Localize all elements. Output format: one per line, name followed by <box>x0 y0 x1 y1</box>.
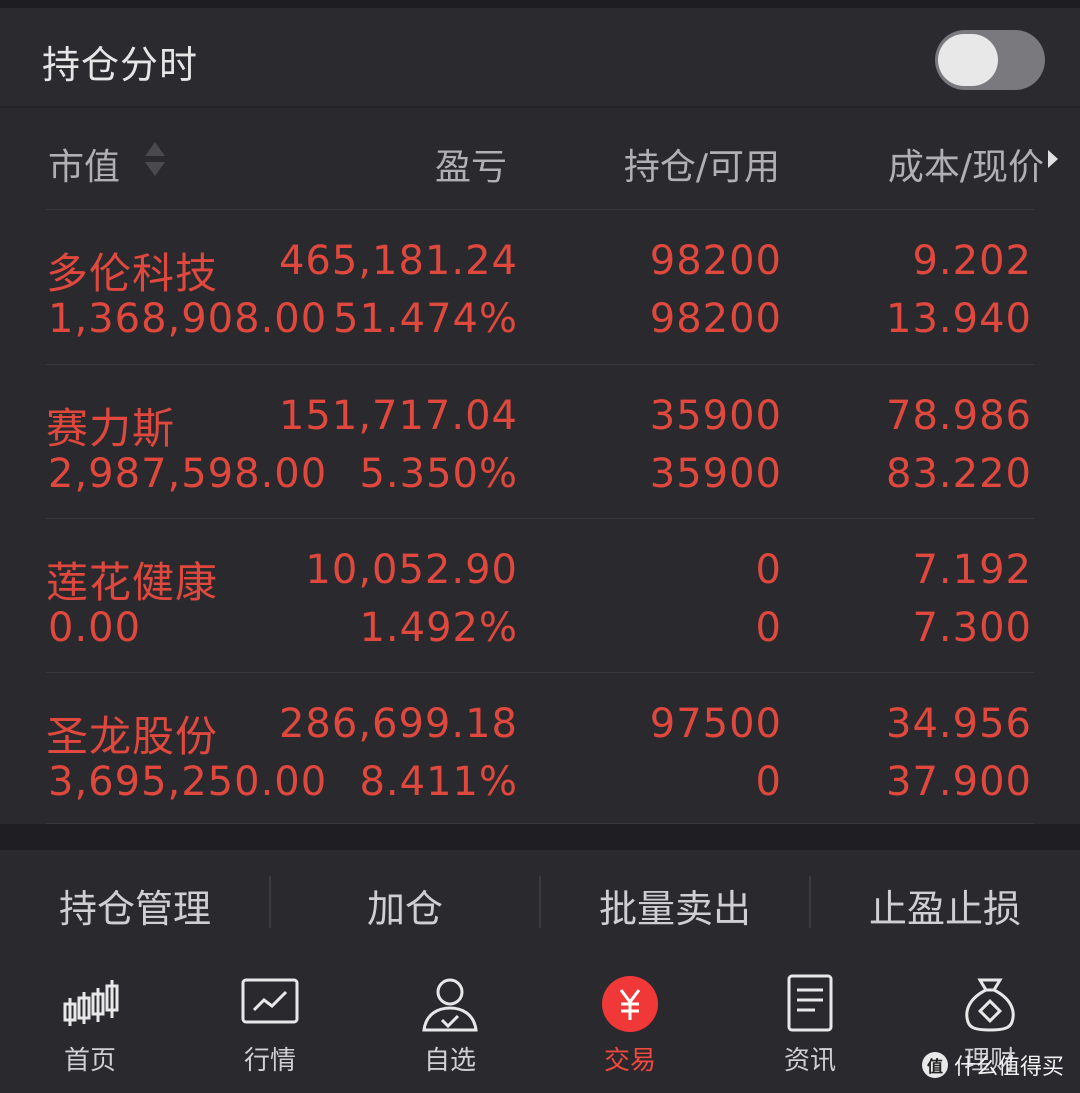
tab-news[interactable]: 资讯 <box>720 960 900 1093</box>
stock-name: 圣龙股份 <box>46 712 219 761</box>
stock-name: 赛力斯 <box>46 404 176 453</box>
stock-name: 莲花健康 <box>46 558 219 607</box>
holding-row[interactable]: 赛力斯 151,717.04 35900 78.986 2,987,598.00… <box>0 365 1080 520</box>
header-profit-loss: 盈亏 <box>434 147 507 188</box>
sort-down-icon <box>145 162 165 176</box>
tab-trade[interactable]: 交易 <box>540 960 720 1093</box>
batch-sell-button[interactable]: 批量卖出 <box>540 850 810 960</box>
watermark-badge: 值 <box>921 1052 948 1078</box>
header-market-value[interactable]: 市值 <box>48 138 120 190</box>
market-value: 1,368,908.00 <box>48 296 328 342</box>
page-title: 持仓分时 <box>42 43 199 87</box>
position-qty: 98200 <box>649 238 782 284</box>
watermark: 值 什么值得买 <box>921 1049 1064 1081</box>
sort-icon[interactable] <box>145 142 167 182</box>
position-qty: 97500 <box>649 701 782 747</box>
tab-label: 交易 <box>603 1046 656 1076</box>
holdings-table: 市值 盈亏 持仓/可用 成本/现价 多伦科技 465,181.24 98200 … <box>0 108 1080 824</box>
available-qty: 0 <box>755 759 782 805</box>
sort-up-icon <box>145 142 165 156</box>
current-price: 83.220 <box>886 451 1032 497</box>
position-qty: 0 <box>755 547 782 593</box>
section-gap <box>0 824 1080 850</box>
money-bag-icon <box>965 978 1015 1032</box>
toggle-knob <box>938 34 998 86</box>
cost-price: 7.192 <box>912 547 1032 593</box>
cost-price: 9.202 <box>912 238 1032 284</box>
current-price: 37.900 <box>886 759 1032 805</box>
profit-amount: 286,699.18 <box>278 701 518 747</box>
tab-home[interactable]: 首页 <box>0 960 180 1093</box>
tab-label: 资讯 <box>783 1046 836 1076</box>
profit-amount: 10,052.90 <box>305 547 518 593</box>
manage-positions-button[interactable]: 持仓管理 <box>0 850 270 960</box>
holding-row[interactable]: 圣龙股份 286,699.18 97500 34.956 3,695,250.0… <box>0 673 1080 828</box>
yuan-coin-icon <box>602 976 658 1032</box>
holding-row[interactable]: 多伦科技 465,181.24 98200 9.202 1,368,908.00… <box>0 210 1080 365</box>
tab-market[interactable]: 行情 <box>180 960 360 1093</box>
action-bar: 持仓管理 加仓 批量卖出 止盈止损 <box>0 850 1080 960</box>
document-icon <box>787 974 833 1032</box>
tab-label: 行情 <box>243 1046 296 1076</box>
market-value: 3,695,250.00 <box>48 759 328 805</box>
cost-price: 78.986 <box>886 393 1032 439</box>
top-bar: 持仓分时 <box>0 0 1080 106</box>
user-check-icon <box>422 978 478 1032</box>
stop-profit-loss-button[interactable]: 止盈止损 <box>810 850 1080 960</box>
available-qty: 98200 <box>649 296 782 342</box>
position-qty: 35900 <box>649 393 782 439</box>
holding-row[interactable]: 莲花健康 10,052.90 0 7.192 0.00 1.492% 0 7.3… <box>0 519 1080 674</box>
header-cost: 成本/现价 <box>887 147 1044 188</box>
bottom-nav: 首页 行情 自选 交易 资讯 理财 值 什么值得买 <box>0 960 1080 1093</box>
profit-rate: 5.350% <box>359 451 518 497</box>
app-root: 持仓分时 市值 盈亏 持仓/可用 成本/现价 多伦科技 465,181.24 9… <box>0 0 1080 1093</box>
profit-amount: 465,181.24 <box>278 238 518 284</box>
tab-watchlist[interactable]: 自选 <box>360 960 540 1093</box>
market-value: 0.00 <box>48 605 142 651</box>
market-value: 2,987,598.00 <box>48 451 328 497</box>
current-price: 13.940 <box>886 296 1032 342</box>
scroll-right-icon[interactable] <box>1048 150 1058 168</box>
profit-rate: 8.411% <box>359 759 518 805</box>
profit-rate: 51.474% <box>333 296 518 342</box>
intraday-toggle[interactable] <box>935 30 1045 90</box>
available-qty: 0 <box>755 605 782 651</box>
tab-label: 首页 <box>63 1046 116 1076</box>
tab-label: 自选 <box>423 1046 476 1076</box>
available-qty: 35900 <box>649 451 782 497</box>
header-position: 持仓/可用 <box>623 147 780 188</box>
profit-rate: 1.492% <box>359 605 518 651</box>
profit-amount: 151,717.04 <box>278 393 518 439</box>
watermark-text: 什么值得买 <box>953 1055 1064 1080</box>
table-header: 市值 盈亏 持仓/可用 成本/现价 <box>0 108 1080 210</box>
add-position-button[interactable]: 加仓 <box>270 850 540 960</box>
stock-name: 多伦科技 <box>46 249 219 298</box>
cost-price: 34.956 <box>886 701 1032 747</box>
candlestick-icon <box>63 980 119 1026</box>
current-price: 7.300 <box>912 605 1032 651</box>
chart-screen-icon <box>241 978 299 1024</box>
